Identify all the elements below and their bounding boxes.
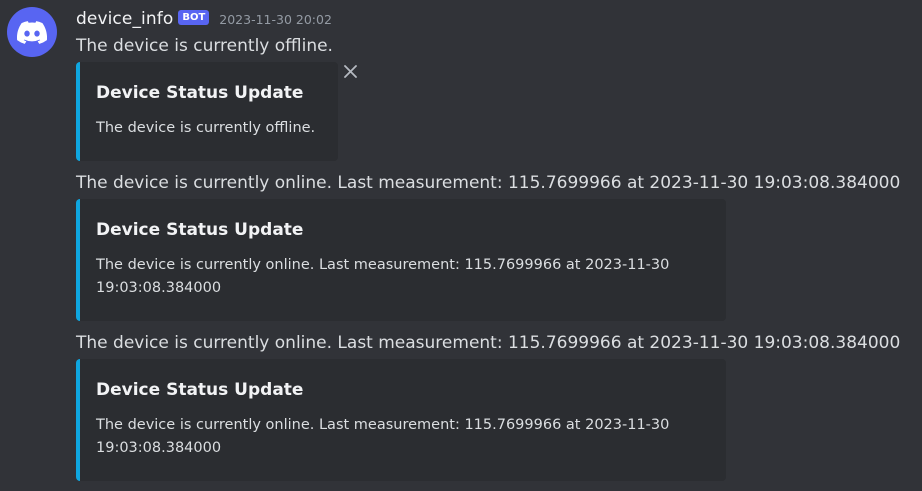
avatar[interactable]: [7, 7, 57, 57]
embed-description-line: The device is currently online. Last mea…: [96, 257, 670, 273]
discord-logo-icon: [17, 20, 47, 44]
chat-message-group: device_info BOT 2023-11-30 20:02 The dev…: [0, 0, 922, 491]
status-embed: Device Status Update The device is curre…: [76, 359, 726, 481]
status-embed: Device Status Update The device is curre…: [76, 199, 726, 321]
message-content: The device is currently offline.: [76, 36, 333, 56]
embed-description: The device is currently online. Last mea…: [96, 414, 710, 460]
embed-description-text: The device is currently offline.: [96, 120, 316, 136]
embed-description: The device is currently online. Last mea…: [96, 254, 710, 300]
status-embed: Device Status Update The device is curre…: [76, 62, 338, 161]
username[interactable]: device_info: [76, 9, 173, 29]
bot-badge: BOT: [178, 9, 210, 25]
timestamp: 2023-11-30 20:02: [219, 11, 332, 27]
dismiss-embed-button[interactable]: [342, 63, 358, 79]
embed-title: Device Status Update: [96, 220, 304, 240]
embed-description: The device is currently offline.: [96, 117, 322, 140]
message-content: The device is currently online. Last mea…: [76, 173, 901, 193]
embed-title: Device Status Update: [96, 380, 304, 400]
embed-description-line: 19:03:08.384000: [96, 440, 222, 456]
embed-title: Device Status Update: [96, 83, 304, 103]
message-header: device_info BOT 2023-11-30 20:02: [76, 7, 332, 31]
message-content: The device is currently online. Last mea…: [76, 333, 901, 353]
close-icon: [343, 64, 357, 78]
embed-description-line: The device is currently online. Last mea…: [96, 417, 670, 433]
embed-description-line: 19:03:08.384000: [96, 280, 222, 296]
